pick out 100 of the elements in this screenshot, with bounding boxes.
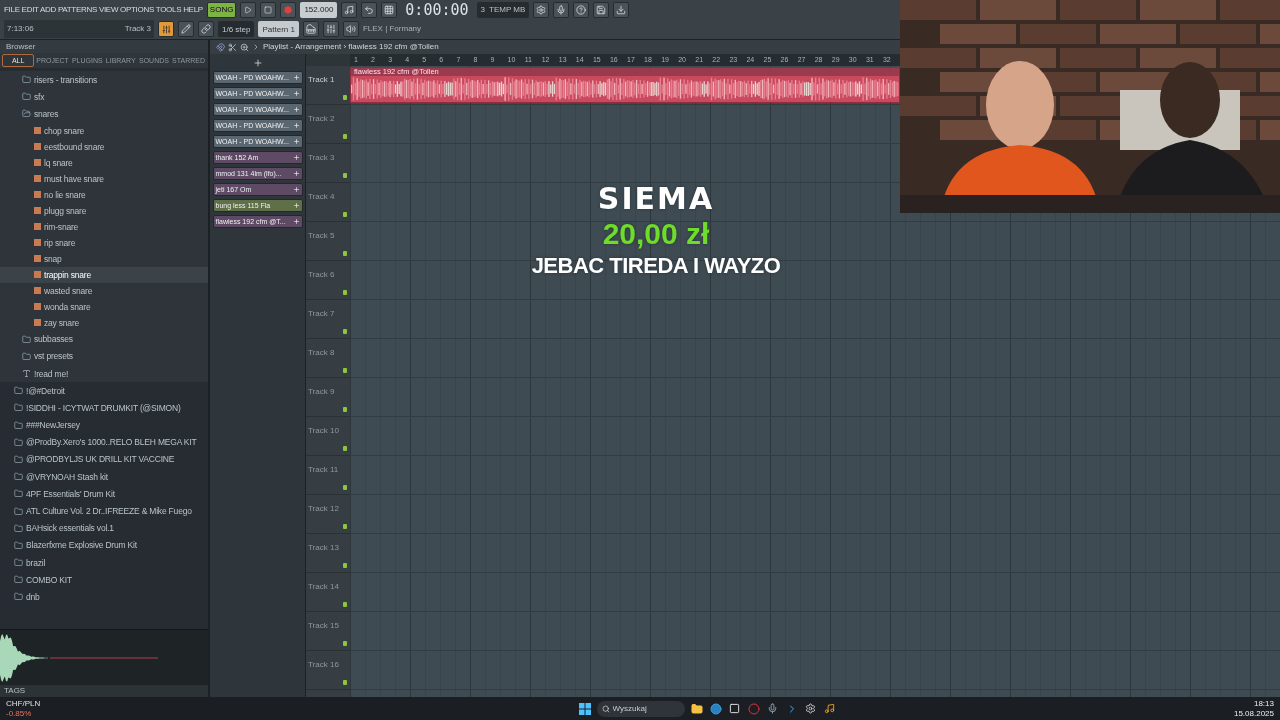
alert-amount: 20,00 zł bbox=[602, 216, 710, 252]
folder-icon bbox=[14, 558, 23, 568]
gear-icon[interactable] bbox=[803, 701, 818, 716]
browser-item[interactable]: sfx bbox=[0, 88, 208, 106]
link-button[interactable] bbox=[198, 21, 214, 38]
track-label: Track 14 bbox=[308, 582, 339, 591]
folder-icon bbox=[14, 420, 23, 430]
playlist-button[interactable] bbox=[158, 21, 174, 38]
browser-item[interactable]: 4PF Essentials' Drum Kit bbox=[0, 485, 208, 503]
track-led-icon[interactable] bbox=[343, 407, 347, 412]
browser-item[interactable]: @PRODBYLJS UK DRILL KIT VACCINE bbox=[0, 450, 208, 469]
browser-item[interactable]: dnb bbox=[0, 588, 208, 606]
folder-icon bbox=[14, 506, 23, 516]
track-led-icon[interactable] bbox=[343, 251, 347, 256]
folder-icon bbox=[14, 575, 23, 585]
folder-icon bbox=[14, 454, 23, 464]
track-led-icon[interactable] bbox=[343, 524, 347, 529]
track-led-icon[interactable] bbox=[343, 95, 347, 100]
browser-item[interactable]: @ProdBy.Xero's 1000..RELO BLEH MEGA KIT bbox=[0, 433, 208, 451]
tags-label: TAGS bbox=[4, 686, 26, 696]
loop-button[interactable] bbox=[361, 1, 378, 18]
track-label: Track 4 bbox=[308, 192, 335, 201]
save-button[interactable] bbox=[593, 1, 610, 18]
mixer-button[interactable] bbox=[322, 21, 339, 38]
track-led-icon[interactable] bbox=[343, 290, 347, 295]
browser-item[interactable]: ###NewJersey bbox=[0, 416, 208, 434]
track-led-icon[interactable] bbox=[343, 212, 347, 217]
track-led-icon[interactable] bbox=[343, 446, 347, 451]
track-led-icon[interactable] bbox=[343, 485, 347, 490]
play-icon bbox=[244, 5, 253, 14]
open-folder-icon bbox=[22, 109, 31, 119]
save-icon bbox=[596, 4, 607, 15]
browser-item[interactable]: ATL Culture Vol. 2 Dr..IFREEZE & Mike Fuego bbox=[0, 502, 208, 520]
download-button[interactable] bbox=[613, 1, 630, 18]
folder-icon bbox=[22, 92, 31, 102]
pencil-button[interactable] bbox=[178, 21, 194, 38]
folder-icon bbox=[14, 386, 23, 396]
record-button[interactable] bbox=[280, 1, 297, 18]
piano-roll-button[interactable] bbox=[302, 21, 319, 38]
help-button[interactable] bbox=[573, 1, 590, 18]
square-icon[interactable] bbox=[727, 701, 742, 716]
steps-button[interactable] bbox=[381, 1, 398, 18]
snap-field[interactable]: 1/6 step bbox=[218, 21, 255, 38]
mic-icon bbox=[556, 4, 567, 15]
mic-button[interactable] bbox=[553, 1, 570, 18]
plus-icon bbox=[292, 170, 300, 177]
browser-item[interactable]: @VRYNOAH Stash kit bbox=[0, 468, 208, 486]
metronome-button[interactable] bbox=[341, 1, 358, 18]
browser-item[interactable]: COMBO KIT bbox=[0, 571, 208, 589]
song-mode-button[interactable]: SONG bbox=[206, 1, 237, 18]
track-led-icon[interactable] bbox=[343, 641, 347, 646]
zoom-icon bbox=[240, 42, 249, 52]
plus-icon bbox=[292, 74, 300, 81]
browser-item[interactable]: !SIDDHI - ICYTWAT DRUMKIT (@SIMON) bbox=[0, 399, 208, 417]
volume-button[interactable] bbox=[342, 21, 359, 38]
sliders-icon bbox=[161, 24, 171, 34]
browser-item[interactable]: brazil bbox=[0, 554, 208, 572]
track-led-icon[interactable] bbox=[343, 329, 347, 334]
track-led-icon[interactable] bbox=[343, 680, 347, 685]
tempo-field[interactable]: 152.000 bbox=[300, 1, 338, 18]
plus-icon bbox=[292, 202, 300, 209]
plus-icon bbox=[292, 186, 300, 193]
memory-value: 3 bbox=[480, 4, 485, 15]
track-label: Track 12 bbox=[308, 504, 339, 513]
track-label: Track 11 bbox=[308, 465, 339, 474]
clock-time: 18:13 bbox=[1253, 698, 1274, 709]
play-button[interactable] bbox=[240, 1, 257, 18]
add-channel-icon[interactable] bbox=[252, 58, 263, 68]
track-label: Track 1 bbox=[308, 75, 335, 84]
track-led-icon[interactable] bbox=[343, 134, 347, 139]
menu-bar[interactable]: FILE EDIT ADD PATTERNS VIEW OPTIONS TOOLS HELP bbox=[4, 4, 203, 15]
track-label: Track 7 bbox=[308, 309, 335, 318]
browser-item[interactable]: snares bbox=[0, 105, 208, 123]
settings-button[interactable] bbox=[533, 1, 550, 18]
stop-button[interactable] bbox=[260, 1, 277, 18]
folder-icon[interactable] bbox=[689, 701, 704, 716]
pattern-field[interactable]: Pattern 1 bbox=[258, 21, 299, 38]
start-icon[interactable] bbox=[577, 701, 592, 716]
browser-item[interactable]: BAHsick essentials vol.1 bbox=[0, 519, 208, 537]
note-icon[interactable] bbox=[822, 701, 837, 716]
alert-title: SIEMA bbox=[597, 182, 715, 216]
note-icon bbox=[344, 4, 355, 15]
browser-item[interactable]: Blazerfxme Explosive Drum Kit bbox=[0, 536, 208, 554]
folder-icon bbox=[14, 489, 23, 499]
track-led-icon[interactable] bbox=[343, 173, 347, 178]
browser-item[interactable]: !@#Detroit bbox=[0, 382, 208, 400]
track-label: Track 5 bbox=[308, 231, 335, 240]
taskbar-search[interactable]: Wyszukaj bbox=[596, 700, 685, 717]
scissors-icon bbox=[228, 42, 237, 52]
track-led-icon[interactable] bbox=[343, 368, 347, 373]
alert-message: JEBAC TIREDA I WAYZO bbox=[531, 252, 781, 280]
folder-icon bbox=[22, 334, 31, 344]
circle-icon[interactable] bbox=[708, 701, 723, 716]
clock-date: 15.08.2025 bbox=[1233, 708, 1274, 719]
ticker-change: -0.85% bbox=[6, 708, 32, 719]
track-led-icon[interactable] bbox=[343, 563, 347, 568]
record-icon bbox=[284, 5, 293, 14]
browser-item[interactable]: risers - transitions bbox=[0, 71, 208, 89]
track-led-icon[interactable] bbox=[343, 602, 347, 607]
track-label: Track 2 bbox=[308, 114, 335, 123]
